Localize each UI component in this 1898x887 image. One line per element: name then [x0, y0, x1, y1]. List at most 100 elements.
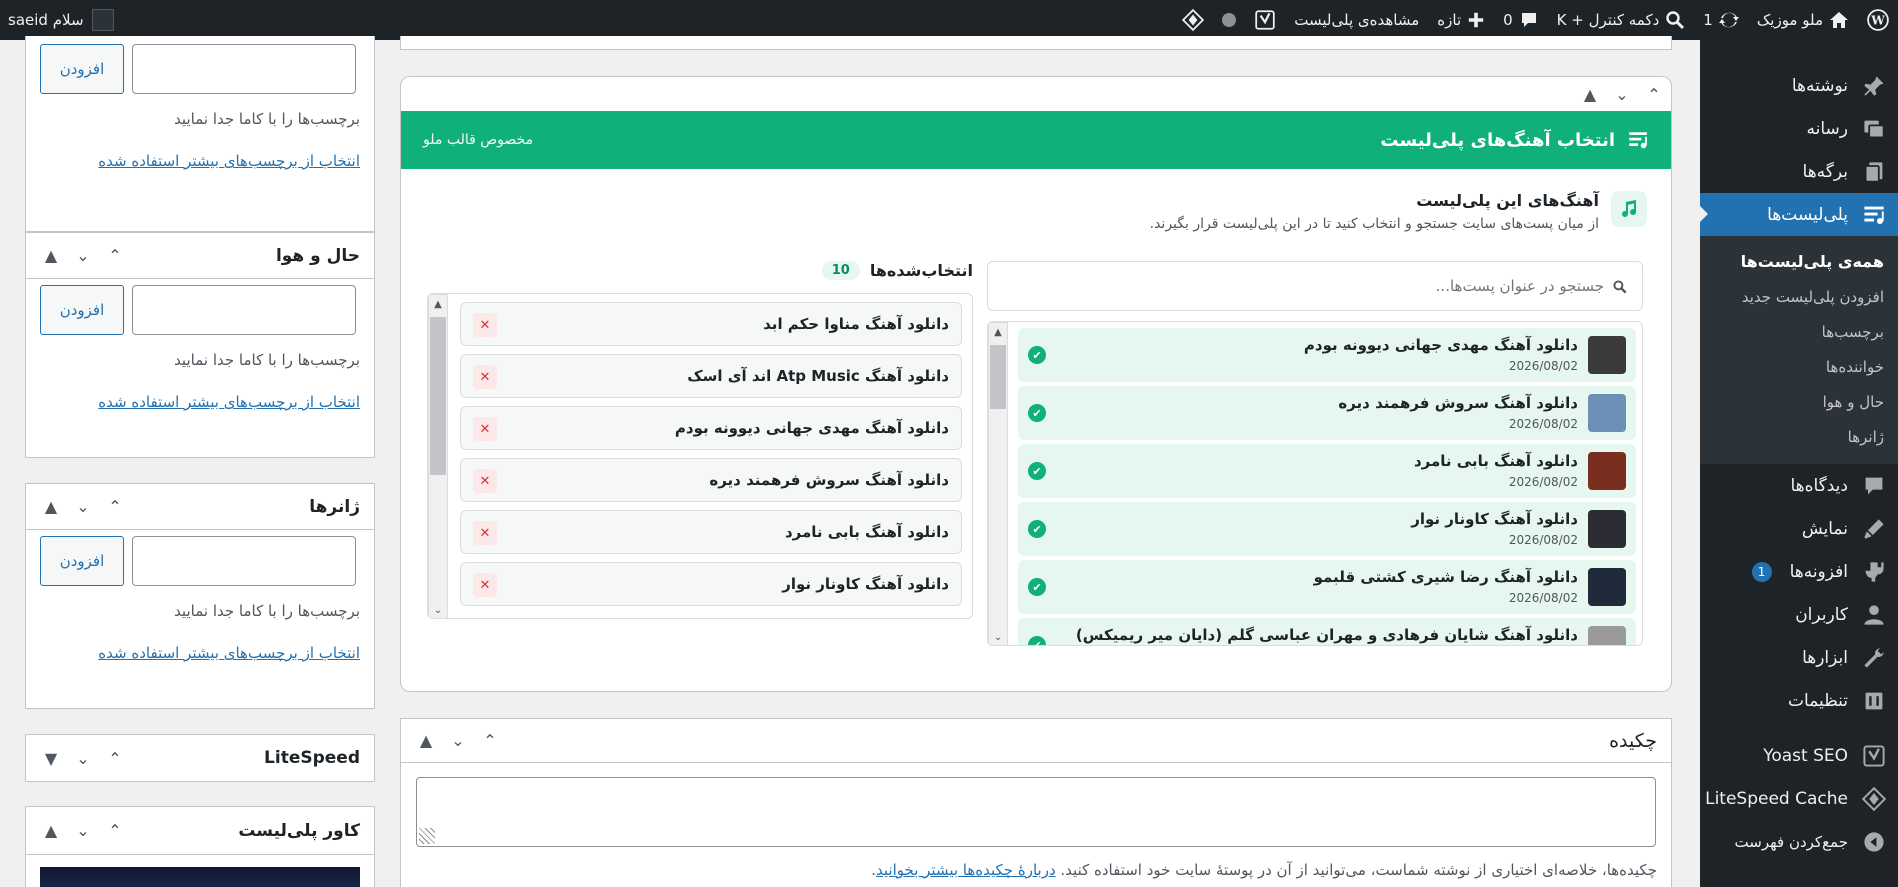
move-down-icon[interactable]: ⌄ [72, 747, 94, 769]
menu-users[interactable]: کاربران [1700, 593, 1898, 636]
updates-link[interactable]: 1 [1694, 0, 1748, 40]
result-item[interactable]: دانلود آهنگ رضا شیری کشتی قلبمو 2026/08/0… [1018, 560, 1636, 614]
menu-comments[interactable]: دیدگاه‌ها [1700, 464, 1898, 507]
move-down-icon[interactable]: ⌄ [72, 820, 94, 842]
selected-scrollbar[interactable]: ▲ ⌄ [428, 294, 448, 618]
scrollbar-thumb[interactable] [430, 317, 446, 475]
toggle-panel-icon[interactable]: ⌃ [479, 730, 501, 752]
comments-link[interactable]: 0 [1494, 0, 1548, 40]
search-column: دانلود آهنگ مهدی جهانی دیوونه بودم 2026/0… [987, 261, 1643, 646]
submenu-singers[interactable]: خواننده‌ها [1700, 349, 1898, 384]
view-playlist-link[interactable]: مشاهده‌ی پلی‌لیست [1285, 0, 1428, 40]
collapse-menu[interactable]: جمع‌کردن فهرست [1700, 820, 1898, 863]
remove-icon[interactable]: ✕ [473, 313, 497, 337]
menu-media[interactable]: رسانه [1700, 107, 1898, 150]
move-up-icon[interactable]: ▲ [40, 820, 62, 842]
tags-choose-link[interactable]: انتخاب از برچسب‌های بیشتر استفاده شده [26, 128, 374, 170]
scroll-up-arrow-icon[interactable]: ▲ [429, 295, 447, 313]
result-item[interactable]: دانلود آهنگ کاونار نوار 2026/08/02 ✔ [1018, 502, 1636, 556]
move-down-icon[interactable]: ⌄ [72, 496, 94, 518]
status-dot-icon[interactable] [1213, 0, 1245, 40]
menu-playlists[interactable]: پلی‌لیست‌ها [1699, 193, 1898, 236]
selected-item: دانلود آهنگ بابی نامرد ✕ [460, 510, 962, 554]
menu-plugins[interactable]: افزونه‌ها 1 [1700, 550, 1898, 593]
scrollbar-thumb[interactable] [990, 345, 1006, 409]
toggle-panel-icon[interactable]: ⌃ [104, 496, 126, 518]
song-date: 2026/08/02 [1508, 533, 1578, 547]
move-up-icon[interactable]: ▲ [40, 496, 62, 518]
song-title: دانلود آهنگ شایان فرهادی و مهران عباسی گ… [1075, 626, 1578, 644]
search-input[interactable] [1024, 272, 1604, 300]
move-up-icon[interactable]: ▼ [40, 747, 62, 769]
search-icon [1666, 11, 1685, 30]
result-item[interactable]: دانلود آهنگ سروش فرهمند دیره 2026/08/02 ✔ [1018, 386, 1636, 440]
move-down-icon[interactable]: ⌄ [447, 730, 469, 752]
excerpt-box-title: چکیده [1609, 729, 1657, 752]
submenu-tags[interactable]: برچسب‌ها [1700, 314, 1898, 349]
yoast-menu[interactable] [1245, 0, 1285, 40]
excerpt-box-header: چکیده ▲ ⌄ ⌃ [401, 719, 1671, 763]
submenu-genres[interactable]: ژانرها [1700, 419, 1898, 454]
selected-list[interactable]: دانلود آهنگ مناوا حکم ابد ✕ دانلود آهنگ At… [427, 293, 973, 619]
menu-plugins-label: افزونه‌ها [1789, 561, 1848, 582]
cover-image[interactable] [40, 867, 360, 887]
genres-add-button[interactable]: افزودن [40, 536, 124, 586]
search-shortcut[interactable]: دکمه کنترل + K [1548, 0, 1695, 40]
tags-input[interactable] [132, 44, 356, 94]
remove-icon[interactable]: ✕ [473, 469, 497, 493]
selected-item: دانلود آهنگ کاونار نوار ✕ [460, 562, 962, 606]
toggle-panel-icon[interactable]: ⌃ [1643, 83, 1665, 105]
menu-litespeed[interactable]: LiteSpeed Cache [1700, 777, 1898, 820]
move-down-icon[interactable]: ⌄ [1611, 83, 1633, 105]
toggle-panel-icon[interactable]: ⌃ [104, 245, 126, 267]
new-content-link[interactable]: تازه [1428, 0, 1494, 40]
genres-choose-link[interactable]: انتخاب از برچسب‌های بیشتر استفاده شده [26, 620, 374, 662]
submenu-all-playlists[interactable]: همه‌ی پلی‌لیست‌ها [1700, 244, 1898, 279]
wp-logo-icon[interactable]: W [1858, 0, 1898, 40]
site-name-link[interactable]: ملو موزیک [1748, 0, 1858, 40]
move-up-icon[interactable]: ▲ [415, 730, 437, 752]
result-item[interactable]: دانلود آهنگ شایان فرهادی و مهران عباسی گ… [1018, 618, 1636, 645]
move-down-icon[interactable]: ⌄ [72, 245, 94, 267]
playlist-header-note: مخصوص قالب ملو [423, 132, 534, 148]
move-up-icon[interactable]: ▲ [40, 245, 62, 267]
remove-icon[interactable]: ✕ [473, 417, 497, 441]
genres-input[interactable] [132, 536, 356, 586]
selected-items: دانلود آهنگ مناوا حکم ابد ✕ دانلود آهنگ At… [450, 302, 972, 614]
excerpt-more-link[interactable]: دربارهٔ چکیده‌ها بیشتر بخوانید [876, 861, 1056, 879]
mood-add-button[interactable]: افزودن [40, 285, 124, 335]
scroll-down-arrow-icon[interactable]: ⌄ [989, 628, 1007, 645]
menu-pages[interactable]: برگه‌ها [1700, 150, 1898, 193]
results-list[interactable]: دانلود آهنگ مهدی جهانی دیوونه بودم 2026/0… [987, 321, 1643, 646]
remove-icon[interactable]: ✕ [473, 573, 497, 597]
scroll-down-arrow-icon[interactable]: ⌄ [429, 601, 447, 618]
mood-input[interactable] [132, 285, 356, 335]
litespeed-menu[interactable] [1173, 0, 1213, 40]
menu-appearance[interactable]: نمایش [1700, 507, 1898, 550]
submenu-add-playlist[interactable]: افزودن پلی‌لیست جدید [1700, 279, 1898, 314]
toggle-panel-icon[interactable]: ⌃ [104, 820, 126, 842]
submenu-mood[interactable]: حال و هوا [1700, 384, 1898, 419]
selected-item: دانلود آهنگ مهدی جهانی دیوونه بودم ✕ [460, 406, 962, 450]
menu-settings[interactable]: تنظیمات [1700, 679, 1898, 722]
box-handles: ▲ ⌄ ⌃ [40, 245, 126, 267]
menu-yoast[interactable]: Yoast SEO [1700, 734, 1898, 777]
search-field[interactable] [987, 261, 1643, 311]
result-item[interactable]: دانلود آهنگ مهدی جهانی دیوونه بودم 2026/0… [1018, 328, 1636, 382]
resize-handle-icon[interactable] [419, 828, 435, 844]
results-scrollbar[interactable]: ▲ ⌄ [988, 322, 1008, 645]
remove-icon[interactable]: ✕ [473, 521, 497, 545]
scroll-up-arrow-icon[interactable]: ▲ [989, 323, 1007, 341]
menu-tools[interactable]: ابزارها [1700, 636, 1898, 679]
tags-add-button[interactable]: افزودن [40, 44, 124, 94]
menu-posts[interactable]: نوشته‌ها [1700, 64, 1898, 107]
playlists-submenu: همه‌ی پلی‌لیست‌ها افزودن پلی‌لیست جدید ب… [1700, 236, 1898, 464]
remove-icon[interactable]: ✕ [473, 365, 497, 389]
my-account[interactable]: سلام saeid [8, 0, 114, 40]
mood-choose-link[interactable]: انتخاب از برچسب‌های بیشتر استفاده شده [26, 369, 374, 411]
result-item[interactable]: دانلود آهنگ بابی نامرد 2026/08/02 ✔ [1018, 444, 1636, 498]
toggle-panel-icon[interactable]: ⌃ [104, 747, 126, 769]
excerpt-textarea[interactable] [416, 777, 1656, 847]
move-up-icon[interactable]: ▲ [1579, 83, 1601, 105]
genres-box-title: ژانرها [309, 496, 360, 517]
